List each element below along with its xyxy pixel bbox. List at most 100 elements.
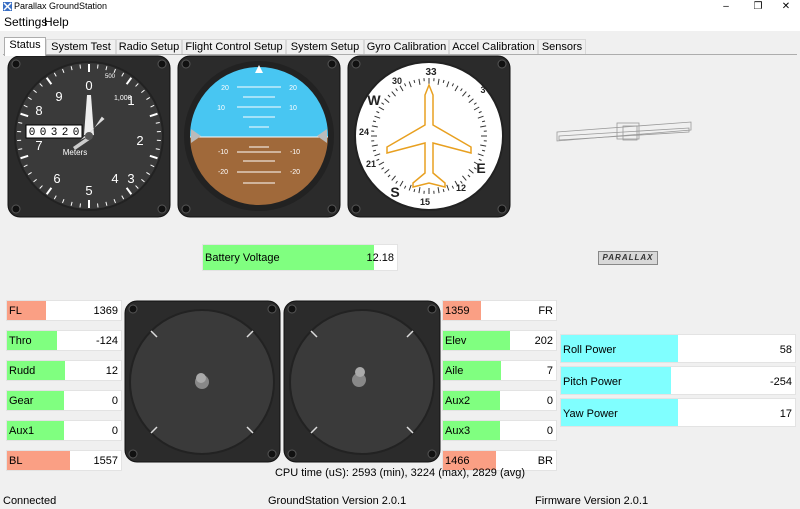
left-channel-value: -124 (95, 335, 118, 347)
orientation-3d-view (556, 121, 692, 142)
heading-indicator: 33 30 W 24 21 S 15 12 E 3 (347, 55, 511, 218)
groundstation-version: GroundStation Version 2.0.1 (268, 495, 407, 507)
hdg-label-e: E (476, 160, 485, 176)
power-row: Roll Power 58 (560, 334, 796, 363)
hdg-label-3: 3 (480, 85, 485, 95)
alt-num-5: 5 (85, 183, 92, 198)
right-channel-label: Aux2 (445, 395, 471, 407)
alt-tick (79, 203, 81, 208)
tab-accel-calibration[interactable]: Accel Calibration (449, 39, 538, 55)
battery-voltage-bar: Battery Voltage 12.18 (202, 244, 398, 271)
right-channel-value: 0 (546, 395, 553, 407)
right-channel-row: Aux3 0 (442, 420, 557, 441)
right-channel-label: Aux3 (445, 425, 471, 437)
left-channel-value: 0 (111, 425, 118, 437)
right-channel-value: 202 (534, 335, 553, 347)
left-channel-row: FL 1369 (6, 300, 122, 321)
window-title: Parallax GroundStation (14, 1, 108, 11)
tab-sensors[interactable]: Sensors (538, 39, 586, 55)
hdg-label-24: 24 (359, 127, 369, 137)
alt-num-4: 4 (111, 171, 118, 186)
hdg-label-33: 33 (425, 67, 437, 78)
right-stick-display (283, 300, 441, 463)
tab-flight-control-setup[interactable]: Flight Control Setup (182, 39, 286, 55)
power-label: Roll Power (563, 344, 617, 356)
power-label: Yaw Power (563, 408, 618, 420)
firmware-version: Firmware Version 2.0.1 (535, 495, 649, 507)
left-channel-value: 12 (105, 365, 118, 377)
right-channel-label: Aile (445, 365, 464, 377)
left-channel-value: 0 (111, 395, 118, 407)
ai-pitch-20-left: 20 (221, 85, 229, 92)
hdg-label-s: S (390, 184, 399, 200)
tab-system-test[interactable]: System Test (46, 39, 116, 55)
power-row: Yaw Power 17 (560, 398, 796, 427)
right-channel-row: Aile 7 (442, 360, 557, 381)
hdg-label-30: 30 (392, 76, 402, 86)
tab-gyro-calibration[interactable]: Gyro Calibration (364, 39, 449, 55)
left-channel-row: Aux1 0 (6, 420, 122, 441)
left-channel-row: Thro -124 (6, 330, 122, 351)
left-channel-row: Rudd 12 (6, 360, 122, 381)
app-icon (3, 2, 12, 11)
alt-num-8: 8 (35, 103, 42, 118)
alt-tick (79, 64, 81, 69)
hdg-label-15: 15 (420, 197, 430, 207)
status-bar: Connected GroundStation Version 2.0.1 Fi… (0, 493, 800, 509)
power-row: Pitch Power -254 (560, 366, 796, 395)
parallax-logo: PARALLAX (598, 251, 658, 265)
left-channel-label: FL (9, 305, 22, 317)
left-channel-label: Gear (9, 395, 34, 407)
ai-pitch-10-right: 10 (289, 105, 297, 112)
minimize-icon[interactable]: – (712, 0, 740, 14)
hdg-label-w: W (367, 92, 381, 108)
left-channel-label: Aux1 (9, 425, 35, 437)
power-value: 17 (779, 408, 792, 420)
odo-digit-1: 0 (29, 127, 36, 139)
right-channel-label: 1359 (445, 305, 470, 317)
tab-status[interactable]: Status (4, 37, 46, 56)
power-label: Pitch Power (563, 376, 622, 388)
power-value: -254 (769, 376, 792, 388)
battery-label: Battery Voltage (205, 252, 280, 264)
ai-pitch-20-right: 20 (289, 85, 297, 92)
odo-digit-4: 2 (62, 127, 69, 139)
left-channel-row: Gear 0 (6, 390, 122, 411)
menu-settings[interactable]: Settings (3, 15, 48, 30)
attitude-indicator: 20 10 10 20 -10 -10 -20 -20 (177, 55, 341, 218)
cpu-time-readout: CPU time (uS): 2593 (min), 3224 (max), 2… (274, 467, 526, 479)
alt-num-6: 6 (53, 171, 60, 186)
left-channel-label: Rudd (9, 365, 36, 377)
tab-radio-setup[interactable]: Radio Setup (116, 39, 182, 55)
left-channel-label: BL (9, 455, 23, 467)
tab-strip: Status System Test Radio Setup Flight Co… (0, 37, 800, 56)
alt-num-0: 0 (85, 78, 92, 93)
right-channel-value: FR (538, 305, 553, 317)
alt-num-3: 3 (127, 171, 134, 186)
left-channel-value: 1369 (93, 305, 118, 317)
menu-help[interactable]: Help (43, 15, 70, 30)
tab-system-setup[interactable]: System Setup (286, 39, 364, 55)
restore-icon[interactable]: ❐ (744, 0, 772, 14)
right-channel-value: 7 (546, 365, 553, 377)
left-stick-display (124, 300, 281, 463)
alt-sub-1000: 1,000 (114, 95, 132, 102)
close-icon[interactable]: ✕ (772, 0, 800, 14)
right-channel-label: Elev (445, 335, 467, 347)
menu-bar: Settings Help (0, 14, 800, 31)
ai-pitch-neg20-left: -20 (218, 169, 228, 176)
right-channel-row: 1359 FR (442, 300, 557, 321)
odo-digit-5: 0 (73, 127, 80, 139)
battery-value: 12.18 (366, 252, 394, 264)
ai-pitch-neg10-left: -10 (218, 149, 228, 156)
alt-num-9: 9 (55, 89, 62, 104)
power-value: 58 (779, 344, 792, 356)
right-channel-row: Elev 202 (442, 330, 557, 351)
odo-digit-2: 0 (40, 127, 47, 139)
ai-pitch-neg10-right: -10 (290, 149, 300, 156)
ai-pitch-neg20-right: -20 (290, 169, 300, 176)
right-channel-value: BR (537, 455, 553, 467)
hdg-label-12: 12 (456, 183, 466, 193)
title-bar: Parallax GroundStation – ❐ ✕ (0, 0, 800, 14)
altimeter-gauge: 0 1 2 3 4 5 6 7 8 9 500 1,000 0 0 3 2 0 … (7, 55, 171, 218)
